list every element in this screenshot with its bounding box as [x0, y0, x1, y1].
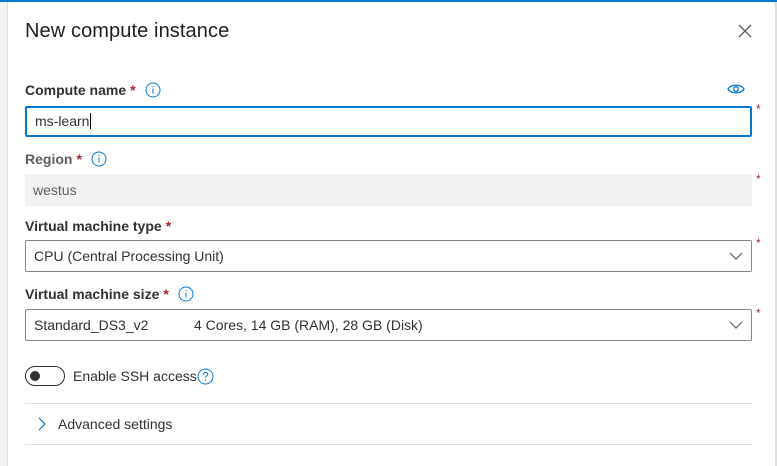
compute-name-input[interactable]: ms-learn — [25, 106, 752, 137]
info-icon[interactable] — [178, 286, 194, 302]
compute-name-label-text: Compute name — [25, 82, 127, 98]
info-icon[interactable] — [145, 82, 161, 98]
text-caret — [90, 113, 92, 130]
required-asterisk: * — [165, 218, 172, 234]
chevron-right-icon — [38, 417, 46, 431]
required-asterisk: * — [76, 151, 82, 167]
advanced-settings-toggle[interactable]: Advanced settings — [25, 404, 752, 444]
vm-type-label-text: Virtual machine type — [25, 218, 162, 234]
advanced-settings-label: Advanced settings — [58, 416, 173, 432]
region-label: Region * — [25, 151, 107, 167]
eye-icon[interactable] — [727, 82, 745, 96]
vm-size-dropdown[interactable]: Standard_DS3_v2 4 Cores, 14 GB (RAM), 28… — [25, 309, 752, 341]
region-label-text: Region — [25, 151, 73, 167]
required-side-marker: * — [756, 306, 761, 320]
chevron-down-icon — [729, 252, 743, 260]
required-side-marker: * — [756, 102, 761, 116]
close-icon[interactable] — [734, 20, 756, 42]
help-icon[interactable] — [197, 368, 214, 385]
required-asterisk: * — [163, 286, 169, 302]
dialog-title: New compute instance — [25, 20, 230, 42]
toggle-knob — [30, 371, 40, 381]
vm-size-selected-name: Standard_DS3_v2 — [34, 317, 149, 333]
vm-size-label: Virtual machine size * — [25, 286, 194, 302]
ssh-toggle-label: Enable SSH access — [73, 368, 197, 384]
chevron-down-icon — [729, 321, 743, 329]
section-divider — [25, 444, 752, 445]
vm-type-selected: CPU (Central Processing Unit) — [34, 248, 224, 264]
vm-size-selected-detail: 4 Cores, 14 GB (RAM), 28 GB (Disk) — [194, 317, 423, 333]
region-field: westus — [25, 174, 752, 206]
compute-name-label: Compute name * — [25, 82, 161, 98]
vm-type-label: Virtual machine type * — [25, 218, 171, 234]
required-side-marker: * — [756, 172, 761, 186]
vm-size-label-text: Virtual machine size — [25, 286, 160, 302]
background-edge — [0, 2, 8, 466]
compute-name-value: ms-learn — [35, 113, 90, 129]
dialog-top-accent — [0, 0, 777, 2]
vm-type-dropdown[interactable]: CPU (Central Processing Unit) — [25, 240, 752, 272]
ssh-toggle[interactable] — [25, 366, 65, 386]
info-icon[interactable] — [91, 151, 107, 167]
required-side-marker: * — [756, 236, 761, 250]
required-asterisk: * — [130, 82, 136, 98]
